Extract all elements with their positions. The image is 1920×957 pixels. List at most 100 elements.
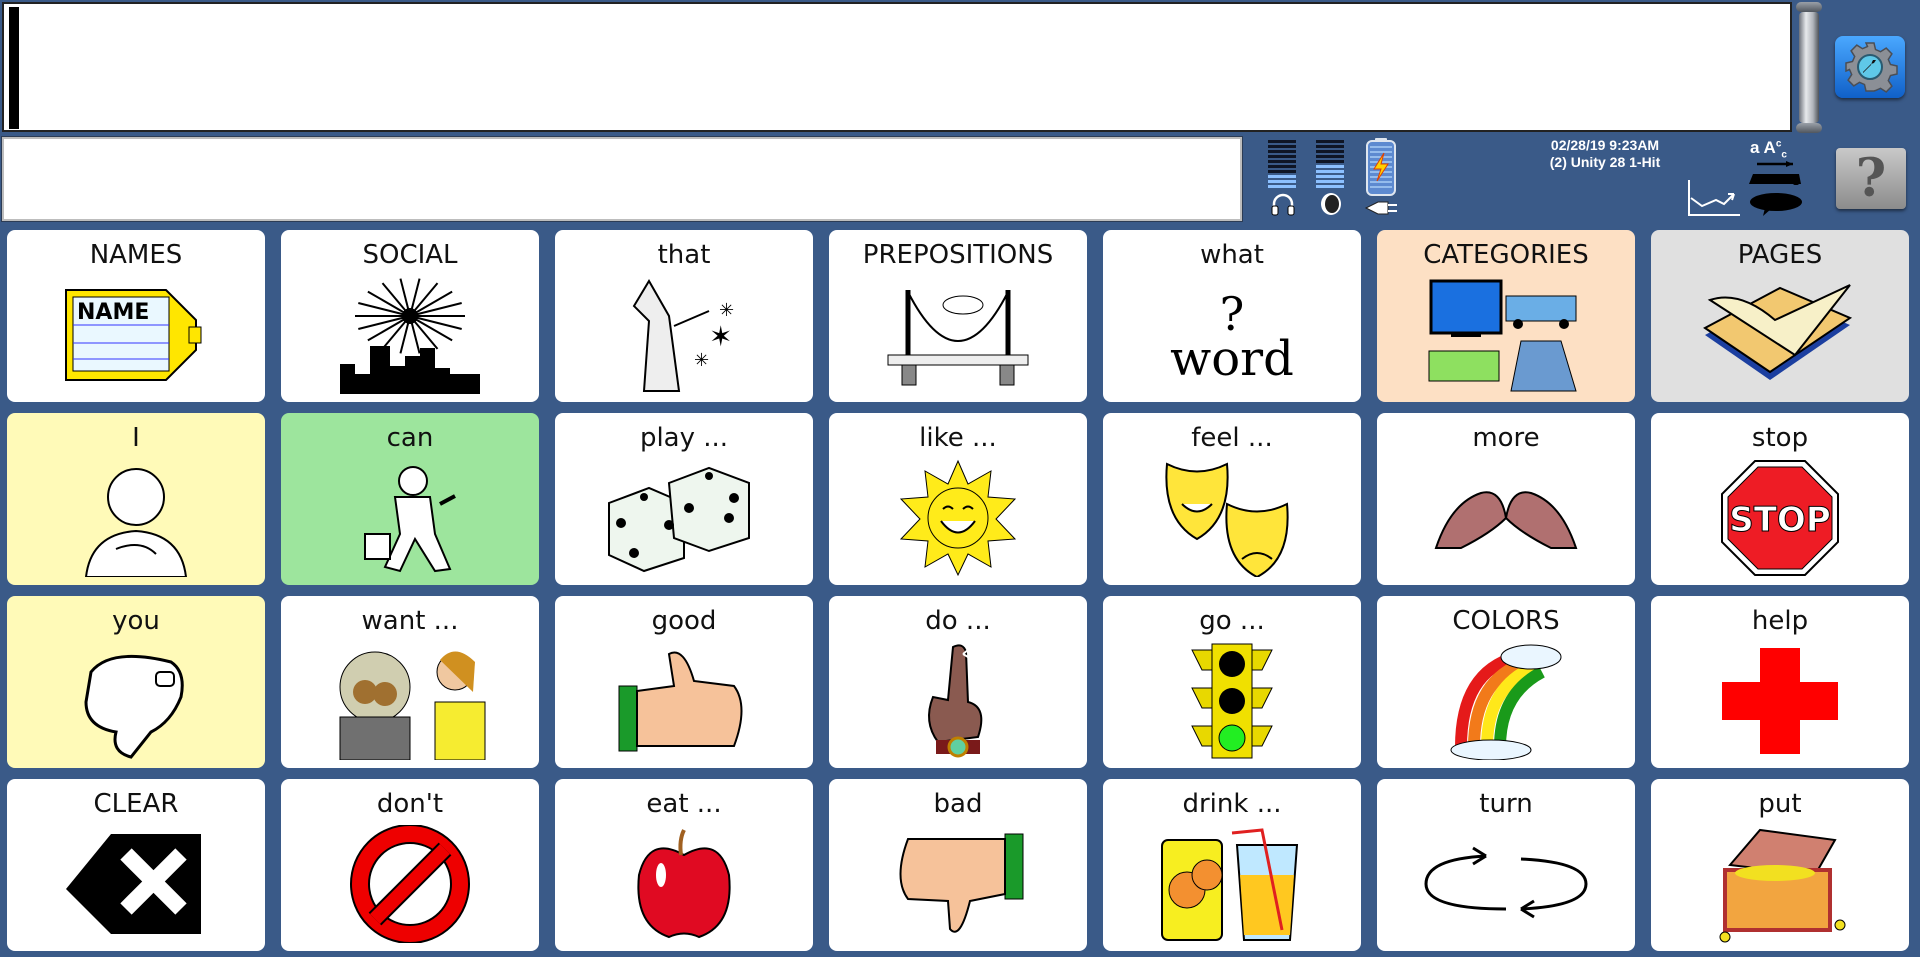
thumbs-up-icon	[594, 640, 774, 762]
svg-text:STOP: STOP	[1729, 500, 1831, 540]
vocab-button-label: stop	[1751, 423, 1809, 453]
vocab-button-help[interactable]: help	[1651, 596, 1909, 768]
help-button[interactable]: ?	[1836, 148, 1906, 209]
svg-text:word: word	[1170, 331, 1294, 387]
secondary-text-window[interactable]	[1, 136, 1243, 222]
text-cursor	[9, 7, 19, 129]
headphones-icon[interactable]	[1270, 192, 1296, 216]
dice-icon	[594, 457, 774, 579]
bridge-icon	[868, 274, 1048, 396]
vocab-button-feel[interactable]: feel ...	[1103, 413, 1361, 585]
vocab-button-prepositions[interactable]: PREPOSITIONS	[829, 230, 1087, 402]
vocab-button-label: go ...	[1199, 606, 1265, 636]
level-segment	[1268, 180, 1296, 183]
level-segment	[1268, 145, 1296, 148]
vocab-button-dont[interactable]: don't	[281, 779, 539, 951]
vocab-button-bad[interactable]: bad	[829, 779, 1087, 951]
vocab-button-more[interactable]: more	[1377, 413, 1635, 585]
data-logging-chart-icon[interactable]	[1686, 178, 1744, 218]
level-segment	[1316, 155, 1344, 158]
vocab-button-label: eat ...	[646, 789, 722, 819]
level-segment	[1316, 150, 1344, 153]
sun-icon	[868, 457, 1048, 579]
vocab-button-put[interactable]: put	[1651, 779, 1909, 951]
vocab-button-categories[interactable]: CATEGORIES	[1377, 230, 1635, 402]
vocab-button-what[interactable]: what ? word	[1103, 230, 1361, 402]
vocab-button-clear[interactable]: CLEAR	[7, 779, 265, 951]
vocab-button-want[interactable]: want ...	[281, 596, 539, 768]
vocab-button-label: CLEAR	[93, 789, 179, 819]
vocab-button-turn[interactable]: turn	[1377, 779, 1635, 951]
fireworks-icon	[320, 274, 500, 396]
vocab-button-label: want ...	[361, 606, 459, 636]
vocab-button-can[interactable]: can	[281, 413, 539, 585]
vocab-button-label: do ...	[925, 606, 991, 636]
vocab-button-label: bad	[933, 789, 983, 819]
vocab-button-label: PREPOSITIONS	[862, 240, 1054, 270]
speaker-volume-meter	[1316, 140, 1344, 190]
vocab-button-label: turn	[1479, 789, 1533, 819]
vocab-button-like[interactable]: like ...	[829, 413, 1087, 585]
vocab-button-i[interactable]: I	[7, 413, 265, 585]
message-scrollbar[interactable]	[1796, 2, 1822, 133]
book-icon	[1690, 274, 1870, 396]
level-segment	[1268, 165, 1296, 168]
pointing-hand-icon	[46, 640, 226, 762]
svg-text:✳: ✳	[694, 350, 709, 371]
level-segment	[1316, 175, 1344, 178]
vocab-button-good[interactable]: good	[555, 596, 813, 768]
more-sign-icon	[1416, 457, 1596, 579]
traffic-light-icon	[1142, 640, 1322, 762]
vocab-button-label: can	[386, 423, 434, 453]
vocab-button-label: I	[132, 423, 140, 453]
vocab-button-eat[interactable]: eat ...	[555, 779, 813, 951]
level-segment	[1268, 140, 1296, 143]
settings-button[interactable]	[1835, 36, 1905, 98]
keyboard-speech-icon[interactable]	[1745, 160, 1809, 218]
vocab-button-label: put	[1758, 789, 1802, 819]
level-segment	[1268, 155, 1296, 158]
juice-icon	[1142, 823, 1322, 945]
vocabulary-name: (2) Unity 28 1-Hit	[1549, 154, 1661, 170]
vocab-button-you[interactable]: you	[7, 596, 265, 768]
vocab-button-label: feel ...	[1191, 423, 1273, 453]
level-segment	[1268, 160, 1296, 163]
text-case-icon[interactable]: a Acc	[1750, 138, 1787, 160]
level-segment	[1316, 180, 1344, 183]
vocab-button-stop[interactable]: stop STOP	[1651, 413, 1909, 585]
stop-sign-icon: STOP	[1690, 457, 1870, 579]
level-segment	[1316, 165, 1344, 168]
vocab-button-label: more	[1472, 423, 1540, 453]
vocab-button-label: that	[657, 240, 711, 270]
worker-icon	[320, 457, 500, 579]
red-cross-icon	[1690, 640, 1870, 762]
vocab-button-label: play ...	[639, 423, 729, 453]
level-segment	[1268, 170, 1296, 173]
vocab-button-go[interactable]: go ...	[1103, 596, 1361, 768]
svg-text:NAME: NAME	[77, 300, 149, 325]
svg-text:✶: ✶	[709, 320, 732, 353]
vocab-button-social[interactable]: SOCIAL	[281, 230, 539, 402]
vocab-button-label: help	[1751, 606, 1809, 636]
message-window[interactable]	[2, 2, 1792, 132]
level-segment	[1268, 185, 1296, 188]
vocab-button-drink[interactable]: drink ...	[1103, 779, 1361, 951]
level-segment	[1268, 175, 1296, 178]
vocab-button-label: good	[651, 606, 717, 636]
name-tag-icon: NAME	[46, 274, 226, 396]
gear-icon	[1845, 42, 1898, 93]
vocab-button-label: drink ...	[1182, 789, 1282, 819]
level-segment	[1316, 170, 1344, 173]
vocab-button-names[interactable]: NAMES NAME	[7, 230, 265, 402]
vocab-button-pages[interactable]: PAGES	[1651, 230, 1909, 402]
vocab-button-label: SOCIAL	[362, 240, 458, 270]
vocab-button-label: PAGES	[1737, 240, 1823, 270]
vocab-button-play[interactable]: play ...	[555, 413, 813, 585]
backspace-icon	[46, 823, 226, 945]
rainbow-icon	[1416, 640, 1596, 762]
speaker-icon[interactable]	[1318, 192, 1344, 216]
vocab-button-do[interactable]: do ...	[829, 596, 1087, 768]
vocab-button-colors[interactable]: COLORS	[1377, 596, 1635, 768]
vocab-button-that[interactable]: that ✶ ✳ ✳	[555, 230, 813, 402]
thumbs-down-icon	[868, 823, 1048, 945]
